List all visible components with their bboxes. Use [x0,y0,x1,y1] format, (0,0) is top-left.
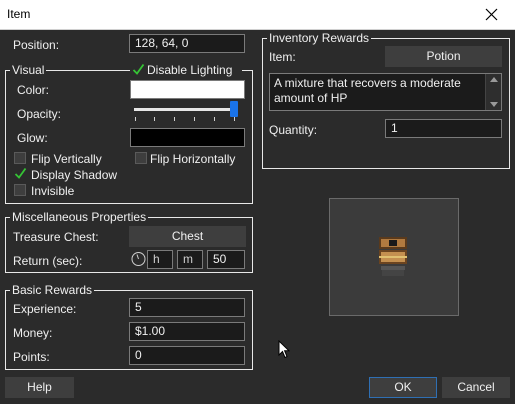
display-shadow-checkbox[interactable]: Display Shadow [14,167,129,182]
invisible-checkbox[interactable]: Invisible [14,184,104,198]
return-seconds-field[interactable]: 50 [207,250,245,269]
close-button[interactable] [469,0,515,29]
disable-lighting-check [132,63,145,76]
opacity-slider[interactable] [134,100,242,126]
slider-tick [234,117,235,121]
points-label: Points: [13,350,50,364]
points-field[interactable]: 0 [129,346,245,365]
inventory-rewards-legend: Inventory Rewards [269,31,370,45]
close-icon [485,8,498,21]
slider-tick [135,117,136,121]
treasure-chest-icon [379,237,407,276]
checkmark-icon [14,167,27,179]
position-label: Position: [13,38,60,52]
cancel-button[interactable]: Cancel [442,377,510,398]
help-button[interactable]: Help [5,377,74,398]
glow-swatch[interactable] [130,128,245,147]
sprite-preview [329,198,459,316]
item-description-text: A mixture that recovers a moderate amoun… [274,76,461,105]
flip-horizontally-label: Flip Horizontally [150,152,236,166]
display-shadow-check [14,167,27,180]
item-description[interactable]: A mixture that recovers a moderate amoun… [269,73,502,111]
ok-button[interactable]: OK [369,377,437,398]
disable-lighting-label: Disable Lighting [147,63,233,77]
treasure-chest-button[interactable]: Chest [129,226,246,247]
money-label: Money: [13,326,53,340]
opacity-slider-thumb[interactable] [230,101,238,117]
flip-vertically-checkbox[interactable]: Flip Vertically [14,152,124,166]
checkmark-icon [132,63,145,75]
disable-lighting-checkbox[interactable]: Disable Lighting [130,63,242,77]
scroll-up-icon[interactable] [490,77,498,82]
color-label: Color: [17,83,50,97]
invisible-check [14,184,26,196]
flip-horizontally-checkbox[interactable]: Flip Horizontally [135,152,247,166]
flip-horizontally-check [135,152,147,164]
slider-tick [214,117,215,121]
position-field[interactable]: 128, 64, 0 [129,34,245,53]
misc-legend: Miscellaneous Properties [12,210,147,224]
slider-tick [174,117,175,121]
glow-label: Glow: [17,131,48,145]
quantity-field[interactable]: 1 [385,119,502,138]
scroll-down-icon[interactable] [490,102,498,107]
color-swatch[interactable] [130,80,245,99]
item-select-button[interactable]: Potion [385,46,502,67]
basic-rewards-legend: Basic Rewards [12,283,93,297]
opacity-slider-track [134,108,236,111]
slider-tick [194,117,195,121]
opacity-label: Opacity: [17,107,62,121]
quantity-label: Quantity: [269,123,318,137]
clock-icon [131,252,146,266]
title-bar: Item [0,0,515,30]
description-scrollbar[interactable] [485,74,501,110]
invisible-label: Invisible [31,184,75,198]
return-minutes-field[interactable]: m [177,250,203,269]
visual-legend: Visual [12,63,45,77]
slider-tick [154,117,155,121]
mouse-cursor-icon [278,340,290,359]
return-label: Return (sec): [13,254,83,268]
return-hours-field[interactable]: h [147,250,173,269]
flip-vertically-label: Flip Vertically [31,152,102,166]
flip-vertically-check [14,152,26,164]
item-label: Item: [269,50,296,64]
window-title: Item [7,7,31,21]
money-field[interactable]: $1.00 [129,322,245,341]
experience-field[interactable]: 5 [129,298,245,317]
display-shadow-label: Display Shadow [31,168,118,182]
treasure-chest-label: Treasure Chest: [13,230,99,244]
experience-label: Experience: [13,302,77,316]
